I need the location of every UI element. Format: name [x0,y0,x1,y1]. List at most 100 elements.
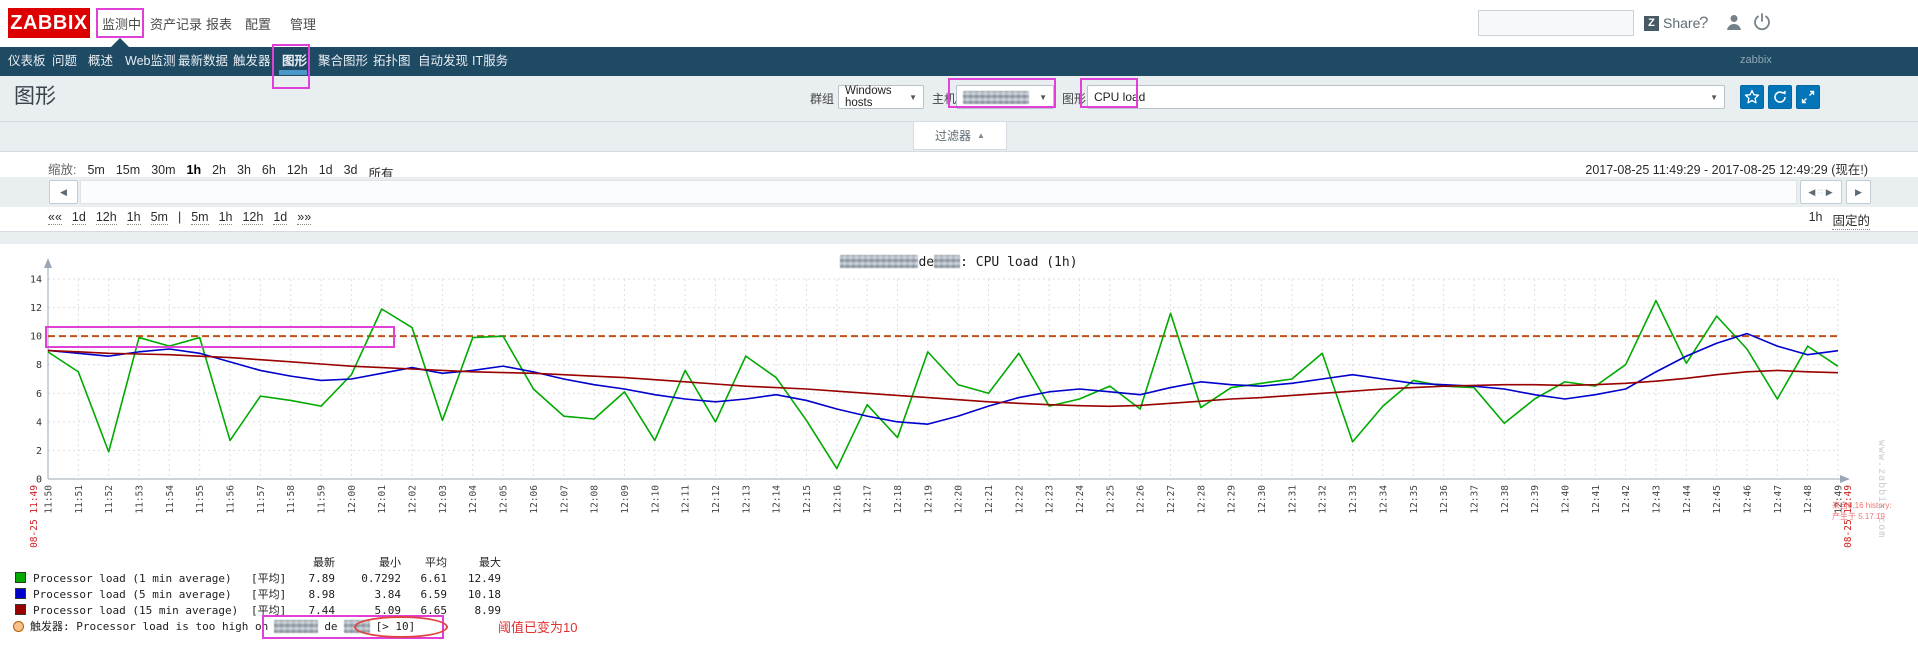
sub-menu-item[interactable]: 触发器 [233,47,271,76]
sub-menu-item[interactable]: IT服务 [472,47,508,76]
sub-menu-item[interactable]: 最新数据 [178,47,228,76]
y-axis-labels: 0 2 4 6 8 10 12 14 [30,275,42,486]
host-select[interactable]: ▼ [956,85,1054,109]
legend-cell: [平均] [251,572,287,585]
svg-text:12:23: 12:23 [1045,485,1056,514]
range-start-link[interactable]: 2017-08-25 11:49:29 [1585,163,1701,178]
active-tab-underline [279,70,307,75]
chevron-up-icon: ▲ [977,131,985,140]
scroll-right-button[interactable]: ▶ [1846,180,1871,204]
svg-text:12:21: 12:21 [984,485,995,514]
legend-header: 平均 [425,556,447,569]
graph-combobox[interactable]: CPU load ▼ [1087,85,1725,109]
chevron-down-icon: ▼ [909,92,917,102]
share-button[interactable]: Z Share [1644,15,1700,31]
filter-tab-label: 过滤器 [935,129,972,143]
main-menu-item[interactable]: 报表 [206,14,232,33]
range-separator: - [1700,163,1712,177]
svg-text:12:33: 12:33 [1348,485,1359,514]
group-select[interactable]: Windows hosts ▼ [838,85,924,109]
svg-text:8: 8 [36,360,42,371]
svg-text:12:47: 12:47 [1773,485,1784,514]
period-jump-link[interactable]: 12h [242,210,264,225]
svg-text:12:12: 12:12 [711,485,722,514]
svg-text:12:02: 12:02 [408,485,419,514]
range-end-link[interactable]: 2017-08-25 12:49:29 (现在!) [1711,163,1868,178]
series-label: Processor load (15 min average) [33,603,239,617]
trigger-host-fragment: de [324,619,338,633]
legend-cell: 3.84 [374,587,402,601]
period-jump-link[interactable]: 1d [273,210,288,225]
svg-text:0: 0 [36,475,42,486]
group-select-value: Windows hosts [845,85,892,109]
zabbix-logo[interactable]: ZABBIX [8,8,90,38]
legend-cell: 5.09 [374,603,402,617]
sub-menu-item[interactable]: 概述 [88,47,113,76]
sub-menu-item[interactable]: 拓扑图 [373,47,411,76]
group-label: 群组 [810,92,835,106]
logout-icon[interactable] [1752,12,1772,32]
period-jump-link[interactable]: «« [48,210,62,225]
share-label: Share [1663,15,1701,31]
search-box [1478,10,1646,36]
fixed-link[interactable]: 固定的 [1832,210,1870,230]
svg-text:12:37: 12:37 [1469,485,1480,514]
sub-menu-item[interactable]: 聚合图形 [318,47,368,76]
svg-text:12:18: 12:18 [893,485,904,514]
legend-cell [13,586,31,602]
svg-text:12:19: 12:19 [923,485,934,514]
svg-text:12:20: 12:20 [954,485,965,514]
refresh-button[interactable] [1768,85,1792,109]
sub-menu-item[interactable]: Web监测 [125,47,175,76]
graph-legend: 最新 最小 平均 最大 Processor load (1 min average) [平… [13,554,503,618]
svg-text:12:42: 12:42 [1621,485,1632,514]
series-label: Processor load (5 min average) [33,587,232,601]
fullscreen-button[interactable] [1796,85,1820,109]
svg-text:12:24: 12:24 [1075,485,1086,514]
help-button[interactable]: ? [1699,13,1708,33]
svg-text:12:31: 12:31 [1287,485,1298,514]
cpu-load-graph[interactable]: 0246810121411:50 11:51 11:52 11:53 11:54 11:5… [0,244,1918,556]
period-jump-link[interactable]: »» [297,210,312,225]
favorite-button[interactable] [1740,85,1764,109]
svg-text:12:08: 12:08 [590,485,601,514]
period-jump-link[interactable]: 5m [191,210,209,225]
svg-text:12:34: 12:34 [1378,485,1389,514]
svg-text:12:06: 12:06 [529,485,540,514]
threshold-note: 阈值已变为10 [498,620,578,635]
svg-text:2: 2 [36,446,42,457]
svg-text:12:28: 12:28 [1196,485,1207,514]
chevron-down-icon[interactable]: ▼ [1704,93,1718,102]
svg-text:12:45: 12:45 [1712,485,1723,514]
main-menu-item[interactable]: 配置 [245,14,271,33]
period-jump-link[interactable]: 1d [71,210,86,225]
period-jump-link[interactable]: 1h [218,210,233,225]
svg-text:12:04: 12:04 [468,485,479,514]
svg-text:12:35: 12:35 [1409,485,1420,514]
red-watermark-line2: 产生于 5.17.19 [1832,512,1885,521]
trigger-expression: [> 10] [375,619,416,633]
series-color-swatch [15,587,26,599]
filter-toggle-tab[interactable]: 过滤器 ▲ [913,122,1007,150]
sub-menu-item[interactable]: 仪表板 [8,47,46,76]
main-menu-item[interactable]: 管理 [290,14,316,33]
profile-icon[interactable] [1724,12,1744,32]
legend-cell: [平均] [251,604,287,617]
svg-text:10: 10 [30,332,42,343]
period-jump-link[interactable]: 12h [95,210,117,225]
svg-text:11:54: 11:54 [165,485,176,514]
redacted-host [274,619,319,633]
period-jump-link[interactable]: 1h [126,210,141,225]
period-jump-link[interactable]: 5m [150,210,168,225]
legend-cell: 12.49 [467,571,501,585]
time-scrollbar-handle[interactable] [80,180,1797,204]
sub-menu-item[interactable]: 自动发现 [418,47,468,76]
search-input[interactable] [1479,16,1646,30]
scroll-handle-button[interactable]: ◀ ∷ ▶ [1800,180,1842,204]
main-menu-item[interactable]: 资产记录 [150,14,202,33]
svg-text:12:01: 12:01 [377,485,388,514]
sub-menu-item[interactable]: 问题 [52,47,77,76]
scroll-left-button[interactable]: ◀ [49,180,78,204]
main-menu-item[interactable]: 监测中 [102,14,141,33]
legend-cell: 8.98 [308,587,336,601]
